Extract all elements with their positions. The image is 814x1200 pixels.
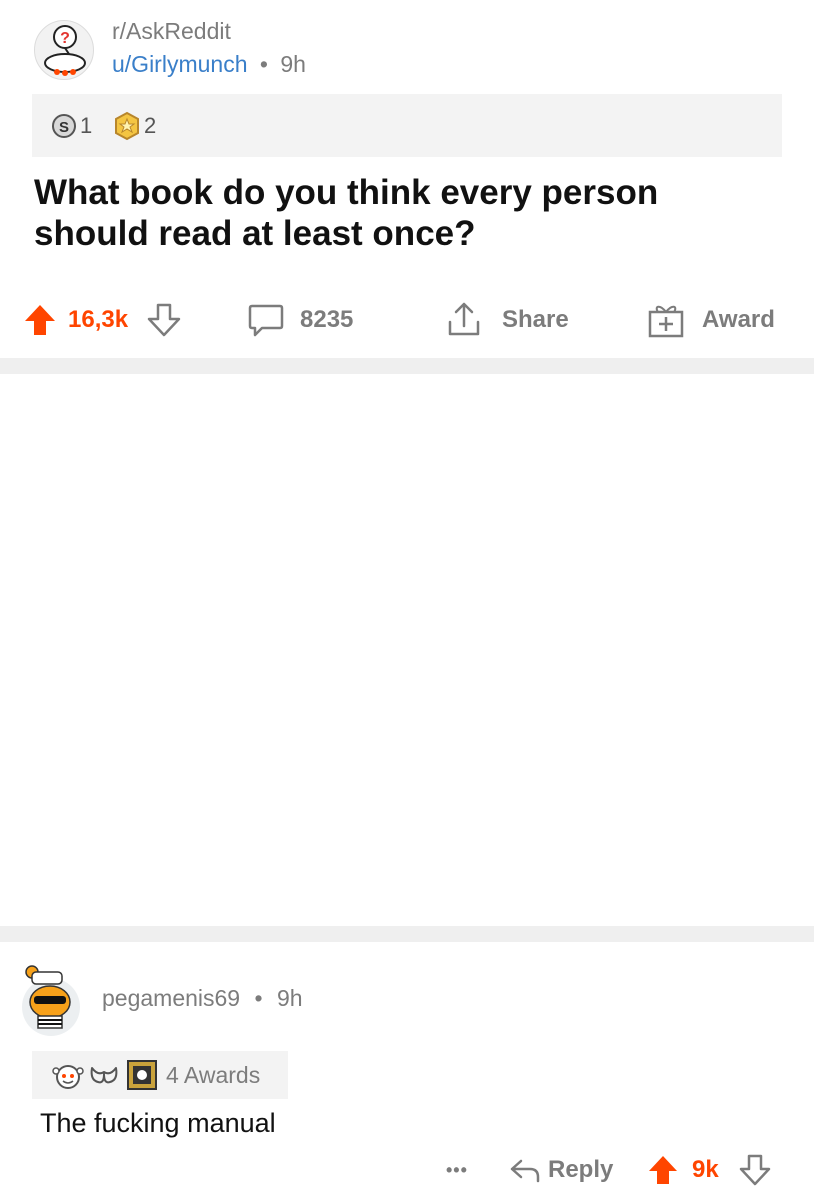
comment-body: The fucking manual xyxy=(40,1108,276,1138)
awards-count-label: 4 Awards xyxy=(166,1062,261,1088)
comment-actions: ••• Reply 9k xyxy=(0,1148,814,1192)
score-value: 16,3k xyxy=(68,306,129,333)
section-divider xyxy=(0,358,814,374)
upvote-arrow-icon xyxy=(25,305,55,335)
comment-score-value: 9k xyxy=(692,1156,719,1183)
svg-text:?: ? xyxy=(60,30,70,47)
post-score: 16,3k xyxy=(68,296,128,344)
reply-arrow-icon xyxy=(510,1159,540,1183)
post-actions: 16,3k 8235 Share Award xyxy=(0,296,814,344)
post-awards-bar[interactable]: S 1 2 xyxy=(32,94,782,157)
snoo-avatar-icon xyxy=(25,965,71,1029)
svg-text:S: S xyxy=(59,119,69,136)
award-count: 2 xyxy=(144,113,157,138)
downvote-arrow-icon xyxy=(147,303,181,337)
upvote-arrow-icon xyxy=(649,1156,677,1184)
post-age: 9h xyxy=(280,51,306,77)
askreddit-icon: ? xyxy=(44,25,86,76)
meta-separator: • xyxy=(259,51,268,77)
subreddit-avatar[interactable]: ? xyxy=(34,20,94,80)
gold-award-icon xyxy=(115,111,139,141)
comment-downvote-button[interactable] xyxy=(738,1148,772,1192)
comment: pegamenis69 • 9h 4 Awards The fucking ma… xyxy=(0,950,814,1200)
comment-author[interactable]: pegamenis69 xyxy=(102,985,240,1011)
commenter-avatar[interactable] xyxy=(22,965,80,1036)
subreddit-name[interactable]: r/AskReddit xyxy=(112,18,231,45)
reply-label: Reply xyxy=(548,1156,614,1183)
award-silver: S 1 xyxy=(50,112,92,140)
award-button[interactable]: Award xyxy=(646,296,775,344)
comment-awards-bar[interactable]: 4 Awards xyxy=(32,1051,288,1099)
framed-award-icon xyxy=(127,1060,157,1090)
comment-meta: pegamenis69 • 9h xyxy=(102,985,303,1012)
gift-award-icon xyxy=(648,305,684,338)
comment-score: 9k xyxy=(692,1148,719,1192)
post-author[interactable]: u/Girlymunch xyxy=(112,51,247,77)
share-button[interactable]: Share xyxy=(444,296,569,344)
post-title[interactable]: What book do you think every person shou… xyxy=(34,172,754,254)
upvote-button[interactable] xyxy=(22,296,58,344)
award-gold: 2 xyxy=(112,111,157,141)
award-count: 1 xyxy=(80,113,93,138)
comment-age: 9h xyxy=(276,985,303,1011)
downvote-arrow-icon xyxy=(739,1154,771,1186)
comment-count: 8235 xyxy=(300,306,354,333)
share-label: Share xyxy=(502,306,569,333)
comment-upvote-button[interactable] xyxy=(646,1148,680,1192)
post-meta: u/Girlymunch • 9h xyxy=(112,51,306,78)
share-icon xyxy=(448,302,480,336)
hugz-award-icon xyxy=(90,1067,118,1084)
comments-button[interactable]: 8235 xyxy=(246,296,353,344)
wholesome-award-icon xyxy=(52,1065,84,1089)
section-divider xyxy=(0,926,814,942)
reply-button[interactable]: Reply xyxy=(508,1148,613,1192)
meta-separator: • xyxy=(254,985,263,1011)
post-header: ? r/AskReddit u/Girlymunch • 9h xyxy=(34,18,794,82)
comment-bubble-icon xyxy=(248,304,284,337)
more-options-icon: ••• xyxy=(446,1159,468,1180)
downvote-button[interactable] xyxy=(146,296,182,344)
silver-award-icon: S xyxy=(52,114,76,138)
award-label: Award xyxy=(702,306,775,333)
more-options-button[interactable]: ••• xyxy=(446,1148,468,1192)
